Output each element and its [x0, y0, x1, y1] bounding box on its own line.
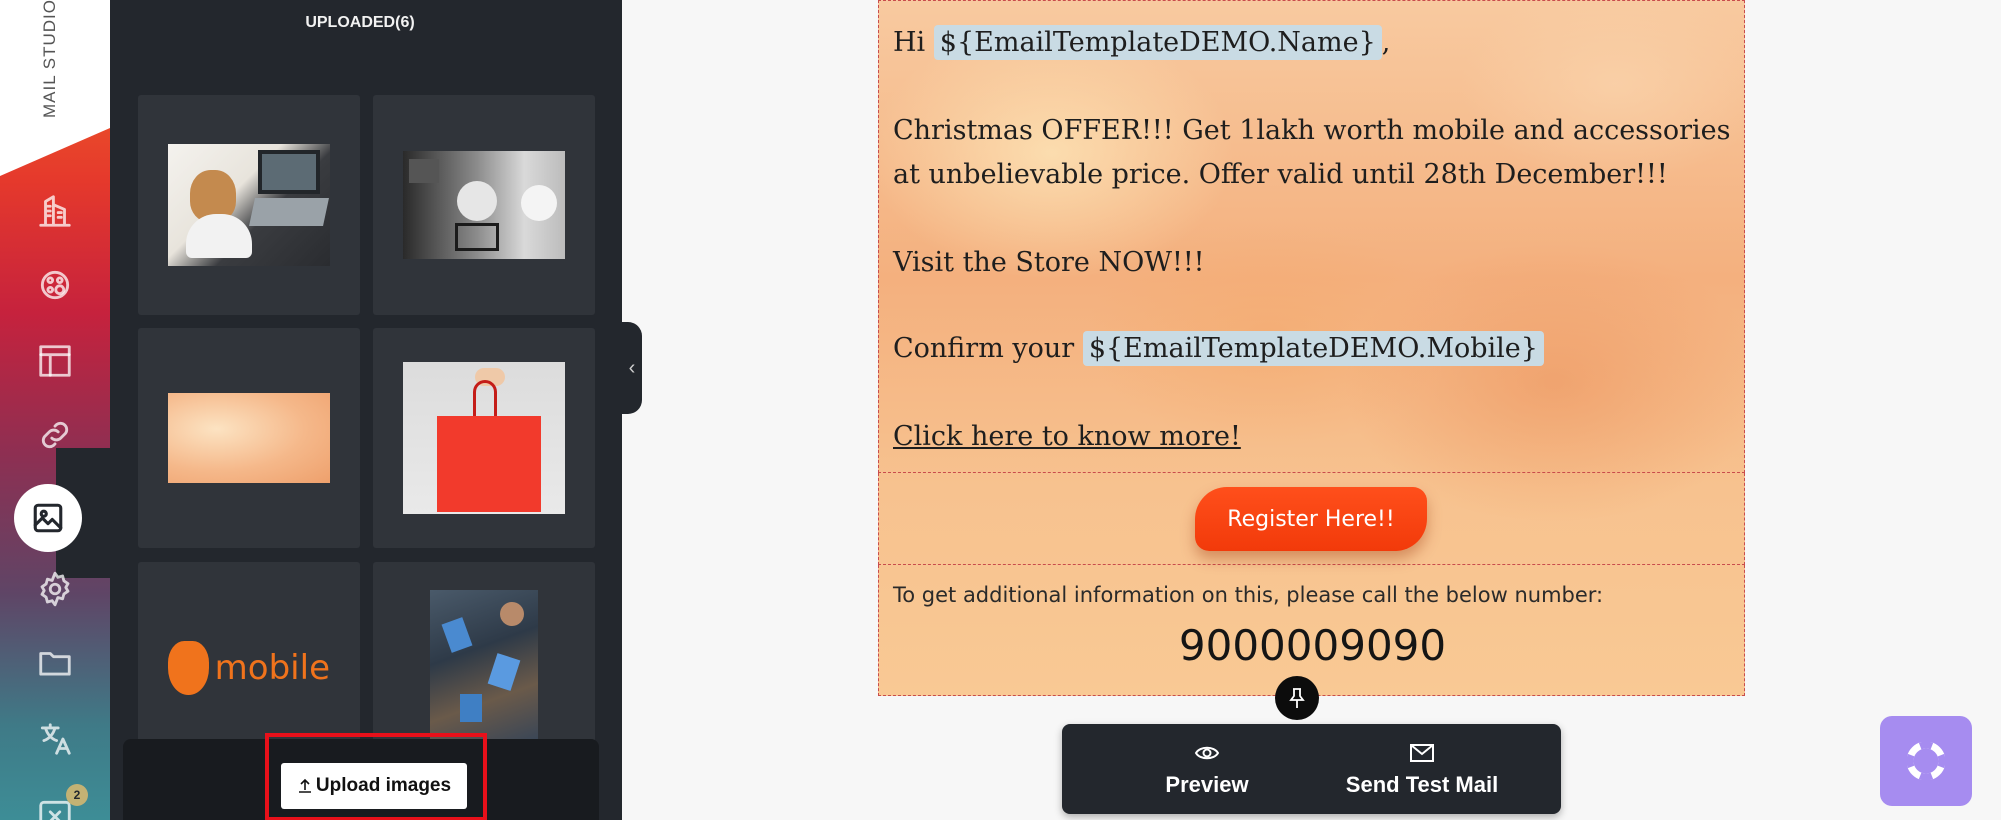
eye-icon	[1194, 746, 1220, 760]
mobile-logo-text: mobile	[214, 648, 330, 688]
image-tile[interactable]	[138, 328, 360, 548]
brand-logo: MAIL STUDIO	[40, 0, 70, 118]
offer-text: Christmas OFFER!!! Get 1lakh worth mobil…	[893, 115, 1731, 190]
images-panel: UPLOADED(6) mobile Upload images	[110, 0, 622, 824]
help-button[interactable]	[1880, 716, 1972, 806]
team-tablets-thumbnail	[430, 590, 538, 740]
image-tile[interactable]	[373, 95, 595, 315]
preview-button[interactable]: Preview	[1132, 734, 1282, 806]
image-tile[interactable]	[373, 562, 595, 742]
bottom-edge	[0, 820, 2001, 824]
variables-count-badge: 2	[66, 784, 88, 806]
confirm-line: Confirm your ${EmailTemplateDEMO.Mobile}	[893, 327, 1544, 371]
left-nav-rail: MAIL STUDIO 2	[0, 0, 110, 824]
info-text: To get additional information on this, p…	[893, 583, 1604, 607]
send-test-mail-label: Send Test Mail	[1345, 772, 1499, 797]
uploaded-title: UPLOADED(6)	[305, 14, 415, 31]
mail-icon	[1410, 744, 1434, 762]
visit-text: Visit the Store NOW!!!	[893, 247, 1205, 278]
woman-laptop-thumbnail	[168, 144, 330, 266]
button-block[interactable]: Register Here!!	[878, 473, 1745, 565]
palette-icon[interactable]	[30, 260, 80, 310]
preview-label: Preview	[1165, 772, 1249, 797]
mobile-merge-tag[interactable]: ${EmailTemplateDEMO.Mobile}	[1082, 331, 1544, 366]
office-desk-thumbnail	[403, 151, 565, 259]
confirm-text: Confirm your	[893, 333, 1075, 364]
translate-icon[interactable]	[30, 714, 80, 764]
collapse-panel-button[interactable]: ‹	[622, 322, 642, 414]
chevron-left-icon: ‹	[628, 356, 636, 379]
upload-images-label: Upload images	[315, 775, 452, 796]
pin-icon	[1289, 688, 1305, 708]
action-bar: Preview Send Test Mail	[1062, 724, 1561, 814]
image-icon[interactable]	[14, 484, 82, 552]
send-test-mail-button[interactable]: Send Test Mail	[1312, 734, 1532, 806]
brand-text: MAIL STUDIO	[40, 0, 59, 118]
image-tile[interactable]	[373, 328, 595, 548]
greeting-line: Hi ${EmailTemplateDEMO.Name},	[893, 21, 1390, 65]
greeting-suffix: ,	[1381, 27, 1391, 58]
upload-images-button[interactable]: Upload images	[281, 763, 467, 809]
red-shopping-bag-thumbnail	[403, 362, 565, 514]
lifebuoy-icon	[1907, 742, 1945, 780]
orange-background-thumbnail	[168, 393, 330, 483]
folder-icon[interactable]	[30, 638, 80, 688]
email-template: Hi ${EmailTemplateDEMO.Name}, Christmas …	[878, 0, 1745, 696]
templates-icon[interactable]	[30, 186, 80, 236]
upload-icon	[298, 778, 311, 793]
mobile-logo-thumbnail: mobile	[168, 638, 330, 698]
register-button[interactable]: Register Here!!	[1195, 487, 1427, 551]
link-icon[interactable]	[30, 410, 80, 460]
mail-studio-app: MAIL STUDIO 2 UPLOADED(6) mobile Upload …	[0, 0, 2001, 824]
know-more-link[interactable]: Click here to know more!	[893, 415, 1241, 459]
image-tile[interactable]: mobile	[138, 562, 360, 742]
gear-icon[interactable]	[30, 564, 80, 614]
text-block[interactable]: Hi ${EmailTemplateDEMO.Name}, Christmas …	[878, 0, 1745, 473]
layout-icon[interactable]	[30, 336, 80, 386]
greeting-text: Hi	[893, 27, 926, 58]
pin-button[interactable]	[1275, 676, 1319, 720]
name-merge-tag[interactable]: ${EmailTemplateDEMO.Name}	[933, 25, 1382, 60]
phone-number: 9000009090	[1178, 621, 1447, 670]
upload-footer: Upload images	[123, 733, 599, 824]
info-block[interactable]: To get additional information on this, p…	[878, 565, 1745, 696]
image-tile[interactable]	[138, 95, 360, 315]
